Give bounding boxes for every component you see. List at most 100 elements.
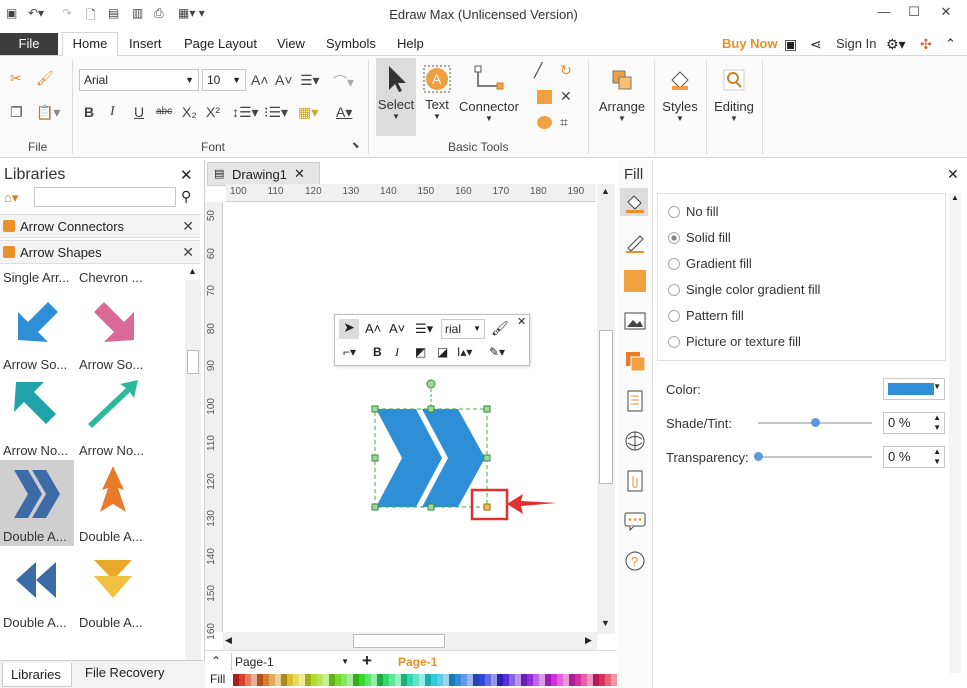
decrease-font-icon[interactable]: A˅ xyxy=(275,72,293,88)
fill-option-radio[interactable]: No fill xyxy=(668,204,719,219)
line-tool-icon[interactable] xyxy=(624,232,646,254)
editing-button[interactable]: Editing ▼ xyxy=(710,58,758,136)
shade-tint-input[interactable]: 0 % ▲ ▼ xyxy=(883,412,945,434)
shape-single-arrow[interactable]: Single Arr... xyxy=(0,267,74,287)
library-search-input[interactable] xyxy=(34,187,176,207)
font-size-select[interactable]: 10 ▼ xyxy=(202,69,246,91)
rotation-handle[interactable] xyxy=(426,379,436,389)
file-menu[interactable]: File xyxy=(0,33,58,55)
buy-now-link[interactable]: Buy Now xyxy=(722,36,778,51)
double-chevron-shape[interactable] xyxy=(376,409,485,507)
superscript-icon[interactable]: X² xyxy=(206,104,220,120)
font-name-select[interactable]: Arial ▼ xyxy=(79,69,199,91)
tab-home[interactable]: Home xyxy=(62,32,118,57)
align-icon[interactable]: ☰▾ xyxy=(415,321,433,337)
scroll-down-icon[interactable]: ▼ xyxy=(601,618,610,628)
color-picker[interactable]: ▼ xyxy=(883,378,945,400)
library-section-arrow-connectors[interactable]: Arrow Connectors ✕ xyxy=(0,214,200,238)
strikethrough-icon[interactable]: abc xyxy=(156,106,172,117)
italic-icon[interactable]: I xyxy=(395,345,399,360)
fill-option-radio[interactable]: Pattern fill xyxy=(668,308,744,323)
close-window-button[interactable]: ✕ xyxy=(936,4,956,22)
underline-icon[interactable]: U xyxy=(134,104,144,120)
fill-tool-icon[interactable] xyxy=(620,188,648,216)
shape-chevron[interactable]: Chevron ... xyxy=(76,267,150,287)
attachment-tool-icon[interactable] xyxy=(624,470,646,492)
collapse-page-bar-icon[interactable]: ⌃ xyxy=(211,654,221,668)
close-section-icon[interactable]: ✕ xyxy=(182,218,194,235)
collapse-ribbon-icon[interactable]: ⌃ xyxy=(945,36,956,52)
shape-double-arrow-down[interactable]: Double A... xyxy=(76,546,150,632)
send-back-icon[interactable]: ◪ xyxy=(437,345,448,359)
shape-double-arrow-up[interactable]: Double A... xyxy=(76,460,150,546)
layers-tool-icon[interactable] xyxy=(624,350,646,372)
select-tool-button[interactable]: Select ▼ xyxy=(376,58,416,136)
transparency-input[interactable]: 0 % ▲ ▼ xyxy=(883,446,945,468)
align-icon[interactable]: ☰▾ xyxy=(300,72,320,89)
highlight-icon[interactable]: ▦▾ xyxy=(298,104,318,121)
color-swatches[interactable] xyxy=(233,674,617,686)
shape-arrow-southeast[interactable]: Arrow So... xyxy=(76,288,150,374)
crop-icon[interactable]: ⌗ xyxy=(560,114,568,131)
fill-option-radio[interactable]: Solid fill xyxy=(668,230,731,245)
maximize-button[interactable]: ☐ xyxy=(904,4,924,22)
library-scroll-thumb[interactable] xyxy=(187,350,199,374)
canvas-horizontal-scrollbar[interactable]: ◀ ▶ xyxy=(223,632,597,650)
library-section-arrow-shapes[interactable]: Arrow Shapes ✕ xyxy=(0,240,200,264)
bold-icon[interactable]: B xyxy=(373,345,382,359)
close-mini-toolbar-icon[interactable]: ✕ xyxy=(517,315,526,328)
tab-help[interactable]: Help xyxy=(397,36,424,51)
paste-icon[interactable]: 📋▾ xyxy=(36,104,60,121)
minimize-button[interactable]: — xyxy=(874,4,894,22)
shade-tint-slider-thumb[interactable] xyxy=(811,418,820,427)
format-painter-icon[interactable]: 🖌 xyxy=(491,320,509,337)
text-tool-button[interactable]: A Text ▼ xyxy=(418,58,456,136)
search-icon[interactable]: ⚲ xyxy=(181,188,191,205)
comment-tool-icon[interactable] xyxy=(624,510,646,532)
tab-symbols[interactable]: Symbols xyxy=(326,36,376,51)
drawing-canvas[interactable] xyxy=(223,202,597,632)
shape-double-arrow-selected[interactable]: Double A... xyxy=(0,460,74,546)
fill-option-radio[interactable]: Single color gradient fill xyxy=(668,282,820,297)
italic-icon[interactable]: I xyxy=(110,104,115,120)
transparency-slider[interactable] xyxy=(754,452,872,461)
share-icon[interactable]: ⋖ xyxy=(810,36,822,53)
spin-arrows-icon[interactable]: ▲ ▼ xyxy=(933,413,941,433)
shape-arrow-northeast[interactable]: Arrow No... xyxy=(76,374,150,460)
theme-icon[interactable]: ✣ xyxy=(920,36,932,53)
text-direction-icon[interactable]: I▴▾ xyxy=(457,345,472,359)
home-icon[interactable]: ⌂▾ xyxy=(4,190,18,206)
scroll-right-icon[interactable]: ▶ xyxy=(585,635,592,646)
mini-font-select[interactable]: rial ▼ xyxy=(441,319,485,339)
ellipse-icon[interactable] xyxy=(537,116,552,129)
add-page-icon[interactable]: + xyxy=(362,651,372,671)
cart-icon[interactable]: ▣ xyxy=(784,36,797,53)
settings-gear-icon[interactable]: ⚙▾ xyxy=(886,36,906,53)
connector-style-icon[interactable]: ⌐▾ xyxy=(343,345,356,359)
shape-arrow-southwest[interactable]: Arrow So... xyxy=(0,288,74,374)
document-props-icon[interactable] xyxy=(624,390,646,412)
help-tool-icon[interactable]: ? xyxy=(624,550,646,572)
close-fill-panel-icon[interactable]: ✕ xyxy=(947,166,959,183)
image-tool-icon[interactable] xyxy=(624,310,646,332)
bold-icon[interactable]: B xyxy=(84,104,94,120)
rectangle-icon[interactable] xyxy=(537,90,552,104)
cut-icon[interactable]: ✂ xyxy=(10,70,22,87)
control-point-handle[interactable] xyxy=(483,503,491,511)
tab-libraries[interactable]: Libraries xyxy=(2,663,72,687)
close-section-icon[interactable]: ✕ xyxy=(182,244,194,261)
document-tab[interactable]: ▤ Drawing1 ✕ xyxy=(207,162,320,186)
tab-view[interactable]: View xyxy=(277,36,305,51)
fill-panel-scrollbar[interactable]: ▲ xyxy=(949,193,961,673)
styles-button[interactable]: Styles ▼ xyxy=(658,58,702,136)
shade-tint-slider[interactable] xyxy=(758,418,872,427)
fill-option-radio[interactable]: Picture or texture fill xyxy=(668,334,801,349)
scroll-up-icon[interactable]: ▲ xyxy=(601,186,610,196)
tab-insert[interactable]: Insert xyxy=(129,36,162,51)
globe-tool-icon[interactable] xyxy=(624,430,646,452)
font-color-icon[interactable]: A▾ xyxy=(336,104,352,121)
subscript-icon[interactable]: X₂ xyxy=(182,104,197,120)
line-spacing-icon[interactable]: ↕☰▾ xyxy=(232,104,259,121)
font-dialog-launcher-icon[interactable]: ⬊ xyxy=(352,140,360,151)
canvas-hscroll-thumb[interactable] xyxy=(353,634,445,648)
